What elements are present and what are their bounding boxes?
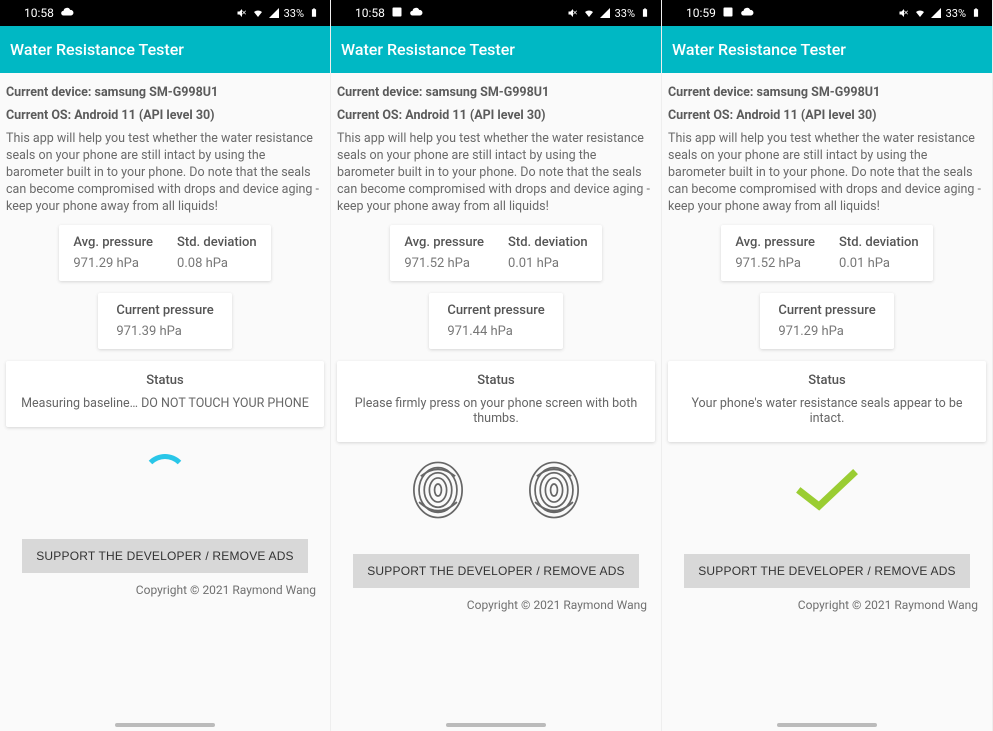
battery-icon [308,7,320,19]
copyright: Copyright © 2021 Raymond Wang [6,573,324,597]
current-pressure-card: Current pressure 971.39 hPa [98,293,231,349]
android-status-bar: 10:58 33% [331,0,661,26]
avg-pressure-value: 971.52 hPa [735,256,815,271]
spinner-icon [142,454,188,500]
app-bar: Water Resistance Tester [331,26,661,73]
signal-icon [599,7,611,19]
android-status-bar: 10:58 33% [0,0,330,26]
image-icon [391,6,403,21]
metrics-card: Avg. pressure 971.29 hPa Std. deviation … [59,225,270,281]
battery-icon [639,7,651,19]
clock: 10:58 [24,6,54,20]
status-message: Please firmly press on your phone screen… [345,396,647,426]
wifi-icon [252,7,264,19]
visual-area [6,431,324,523]
visual-area[interactable] [337,446,655,538]
phone-screen-2: 10:58 33% Water Resistance Tester Curren… [331,0,662,731]
std-dev-value: 0.01 hPa [839,256,919,271]
current-pressure-card: Current pressure 971.29 hPa [760,293,893,349]
battery-icon [970,7,982,19]
copyright: Copyright © 2021 Raymond Wang [337,588,655,612]
mute-icon [567,7,579,19]
status-message: Your phone's water resistance seals appe… [676,396,978,426]
mute-icon [236,7,248,19]
current-pressure-card: Current pressure 971.44 hPa [429,293,562,349]
support-developer-button[interactable]: SUPPORT THE DEVELOPER / REMOVE ADS [684,554,970,588]
std-dev-value: 0.08 hPa [177,256,257,271]
fingerprint-icon[interactable] [526,459,582,525]
app-title: Water Resistance Tester [672,40,846,59]
battery-text: 33% [615,7,635,20]
current-pressure-value: 971.39 hPa [116,324,213,339]
status-label: Status [14,373,316,388]
image-icon [722,6,734,21]
avg-pressure-label: Avg. pressure [73,235,153,250]
cloud-icon [740,5,754,22]
fingerprint-icon[interactable] [410,459,466,525]
phone-screen-3: 10:59 33% Water Resistance Tester Curren… [662,0,993,731]
status-label: Status [676,373,978,388]
phone-screen-1: 10:58 33% Water Resistance Tester Curren… [0,0,331,731]
os-line: Current OS: Android 11 (API level 30) [6,104,324,127]
description: This app will help you test whether the … [6,127,324,225]
signal-icon [268,7,280,19]
current-pressure-label: Current pressure [778,303,875,318]
device-line: Current device: samsung SM-G998U1 [6,81,324,104]
app-title: Water Resistance Tester [10,40,184,59]
battery-text: 33% [946,7,966,20]
home-indicator[interactable] [115,723,215,727]
mute-icon [898,7,910,19]
clock: 10:58 [355,6,385,20]
current-pressure-value: 971.29 hPa [778,324,875,339]
avg-pressure-label: Avg. pressure [735,235,815,250]
wifi-icon [583,7,595,19]
android-status-bar: 10:59 33% [662,0,992,26]
std-dev-value: 0.01 hPa [508,256,588,271]
home-indicator[interactable] [446,723,546,727]
status-card: Status Please firmly press on your phone… [337,361,655,442]
metrics-card: Avg. pressure 971.52 hPa Std. deviation … [721,225,932,281]
std-dev-label: Std. deviation [508,235,588,250]
current-pressure-label: Current pressure [447,303,544,318]
status-message: Measuring baseline… DO NOT TOUCH YOUR PH… [14,396,316,411]
support-developer-button[interactable]: SUPPORT THE DEVELOPER / REMOVE ADS [353,554,639,588]
home-indicator[interactable] [777,723,877,727]
app-bar: Water Resistance Tester [0,26,330,73]
metrics-card: Avg. pressure 971.52 hPa Std. deviation … [390,225,601,281]
os-line: Current OS: Android 11 (API level 30) [337,104,655,127]
battery-text: 33% [284,7,304,20]
signal-icon [930,7,942,19]
description: This app will help you test whether the … [337,127,655,225]
std-dev-label: Std. deviation [177,235,257,250]
support-developer-button[interactable]: SUPPORT THE DEVELOPER / REMOVE ADS [22,539,308,573]
checkmark-icon [795,466,859,518]
current-pressure-label: Current pressure [116,303,213,318]
app-title: Water Resistance Tester [341,40,515,59]
status-card: Status Your phone's water resistance sea… [668,361,986,442]
description: This app will help you test whether the … [668,127,986,225]
status-card: Status Measuring baseline… DO NOT TOUCH … [6,361,324,427]
avg-pressure-value: 971.29 hPa [73,256,153,271]
visual-area [668,446,986,538]
os-line: Current OS: Android 11 (API level 30) [668,104,986,127]
cloud-icon [60,5,74,22]
wifi-icon [914,7,926,19]
cloud-icon [409,5,423,22]
device-line: Current device: samsung SM-G998U1 [668,81,986,104]
avg-pressure-label: Avg. pressure [404,235,484,250]
device-line: Current device: samsung SM-G998U1 [337,81,655,104]
copyright: Copyright © 2021 Raymond Wang [668,588,986,612]
clock: 10:59 [686,6,716,20]
app-bar: Water Resistance Tester [662,26,992,73]
current-pressure-value: 971.44 hPa [447,324,544,339]
avg-pressure-value: 971.52 hPa [404,256,484,271]
std-dev-label: Std. deviation [839,235,919,250]
status-label: Status [345,373,647,388]
